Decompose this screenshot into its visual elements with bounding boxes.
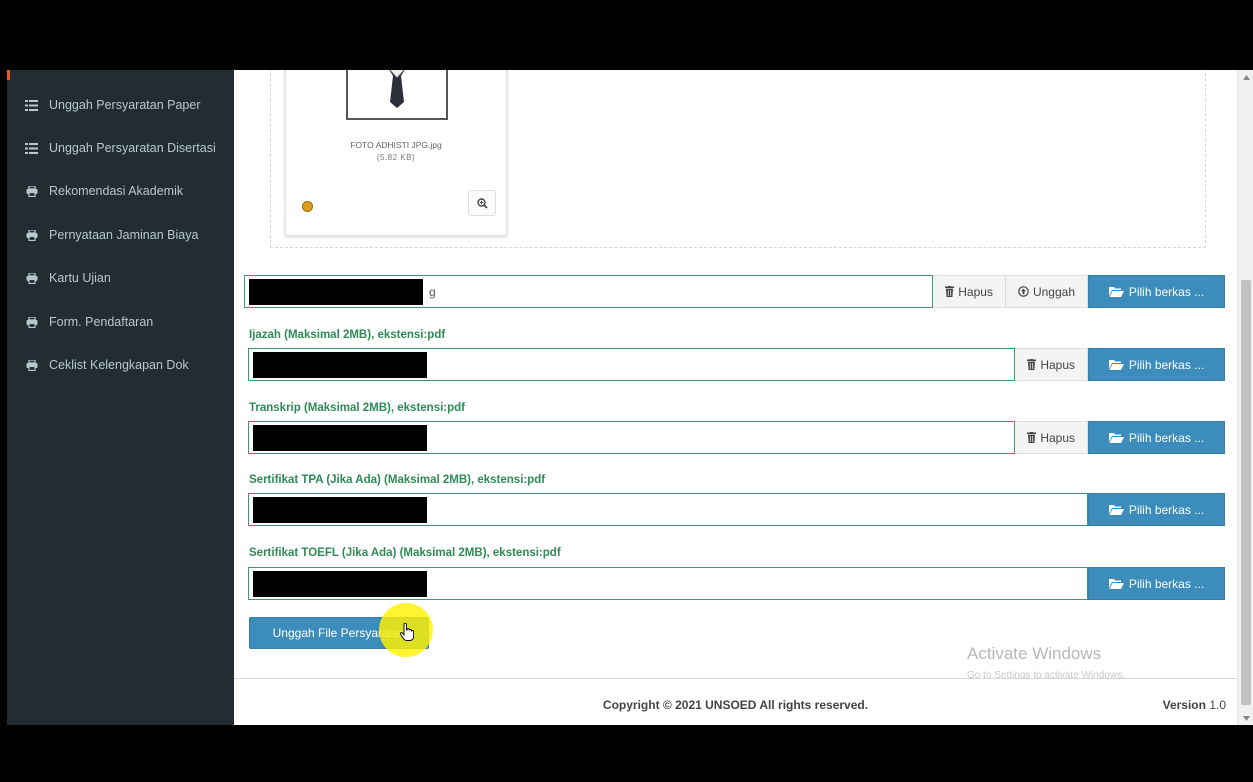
pilih-berkas-button[interactable]: Pilih berkas ...: [1088, 421, 1225, 454]
pilih-berkas-button[interactable]: Pilih berkas ...: [1088, 275, 1225, 308]
transkrip-file-input[interactable]: [248, 421, 1016, 454]
sertifikat-toefl-label: Sertifikat TOEFL (Jika Ada) (Maksimal 2M…: [249, 547, 561, 559]
upload-circle-icon: [1018, 286, 1029, 297]
file-name: FOTO ADHISTI JPG.jpg: [350, 140, 442, 150]
redacted-filename: [253, 425, 427, 451]
trash-icon: [945, 286, 955, 297]
pilih-berkas-label: Pilih berkas ...: [1128, 576, 1205, 591]
hapus-button-label: Hapus: [1040, 357, 1075, 372]
sidebar-item-label: Form. Pendaftaran: [49, 315, 154, 329]
drag-handle-icon[interactable]: [302, 201, 313, 212]
zoom-in-icon: [476, 197, 488, 209]
pilih-berkas-label: Pilih berkas ...: [1128, 430, 1205, 445]
sidebar-item-label: Ceklist Kelengkapan Dok: [49, 358, 189, 372]
sidebar-item-unggah-persyaratan-disertasi[interactable]: Unggah Persyaratan Disertasi: [7, 128, 234, 168]
folder-open-icon: [1108, 504, 1124, 515]
hand-cursor-icon: [400, 623, 414, 641]
print-icon: [24, 316, 39, 328]
folder-open-icon: [1108, 432, 1124, 443]
sidebar: Unggah Persyaratan Paper Unggah Persyara…: [7, 70, 234, 725]
pilih-berkas-label: Pilih berkas ...: [1128, 357, 1205, 372]
hapus-button[interactable]: Hapus: [1015, 421, 1088, 454]
sidebar-item-label: Pernyataan Jaminan Biaya: [49, 228, 199, 242]
sidebar-item-form-pendaftaran[interactable]: Form. Pendaftaran: [7, 302, 234, 342]
trash-icon: [1027, 359, 1037, 370]
photo-file-name-suffix: g: [429, 285, 436, 299]
ijazah-file-row: Hapus Pilih berkas ...: [248, 348, 1225, 381]
version-label: Version: [1162, 698, 1206, 712]
vertical-scrollbar[interactable]: [1237, 70, 1253, 725]
sidebar-item-label: Kartu Ujian: [49, 271, 111, 285]
sidebar-item-rekomendasi-akademik[interactable]: Rekomendasi Akademik: [7, 171, 234, 211]
file-thumbnail: [346, 70, 448, 120]
sertifikat-toefl-file-input[interactable]: [248, 567, 1088, 600]
transkrip-label: Transkrip (Maksimal 2MB), ekstensi:pdf: [249, 402, 466, 414]
pilih-berkas-button[interactable]: Pilih berkas ...: [1088, 493, 1225, 526]
file-size: (5.82 KB): [376, 153, 416, 162]
photo-file-row: g Hapus Unggah Pilih berkas ...: [244, 275, 1225, 308]
trash-icon: [1027, 432, 1037, 443]
activate-windows-title: Activate Windows: [967, 644, 1102, 663]
upload-form: FOTO ADHISTI JPG.jpg (5.82 KB) g Hapus U…: [234, 70, 1237, 681]
redacted-filename: [253, 352, 427, 378]
folder-open-icon: [1108, 359, 1124, 370]
file-preview-zone: FOTO ADHISTI JPG.jpg (5.82 KB): [270, 70, 1206, 248]
sidebar-item-ceklist-kelengkapan-dok[interactable]: Ceklist Kelengkapan Dok: [7, 345, 234, 385]
sidebar-item-kartu-ujian[interactable]: Kartu Ujian: [7, 258, 234, 298]
ijazah-file-input[interactable]: [248, 348, 1016, 381]
sertifikat-tpa-file-input[interactable]: [248, 493, 1088, 526]
transkrip-file-row: Hapus Pilih berkas ...: [248, 421, 1225, 454]
sidebar-item-unggah-persyaratan-paper[interactable]: Unggah Persyaratan Paper: [7, 85, 234, 125]
redacted-filename: [253, 571, 427, 597]
main-content: FOTO ADHISTI JPG.jpg (5.82 KB) g Hapus U…: [234, 70, 1237, 725]
redacted-filename: [253, 497, 427, 523]
hapus-button[interactable]: Hapus: [933, 275, 1006, 308]
file-preview-card: FOTO ADHISTI JPG.jpg (5.82 KB): [285, 70, 507, 236]
folder-open-icon: [1108, 578, 1124, 589]
print-icon: [24, 272, 39, 284]
hapus-button-label: Hapus: [958, 284, 993, 299]
scrollbar-thumb[interactable]: [1241, 280, 1251, 705]
pilih-berkas-button[interactable]: Pilih berkas ...: [1088, 567, 1225, 600]
version-value: 1.0: [1209, 698, 1226, 712]
copyright-text: Copyright © 2021 UNSOED All rights reser…: [602, 698, 869, 712]
unggah-button[interactable]: Unggah: [1005, 275, 1088, 308]
folder-open-icon: [1108, 286, 1124, 297]
print-icon: [24, 185, 39, 197]
photo-file-input[interactable]: g: [244, 275, 934, 308]
zoom-button[interactable]: [468, 190, 496, 216]
print-icon: [24, 229, 39, 241]
scroll-down-arrow-icon[interactable]: [1238, 711, 1253, 725]
redacted-filename: [249, 279, 423, 305]
sidebar-item-label: Unggah Persyaratan Paper: [49, 98, 201, 112]
unggah-button-label: Unggah: [1032, 284, 1075, 299]
hapus-button-label: Hapus: [1040, 430, 1075, 445]
print-icon: [24, 359, 39, 371]
sertifikat-tpa-label: Sertifikat TPA (Jika Ada) (Maksimal 2MB)…: [249, 474, 546, 486]
ijazah-label: Ijazah (Maksimal 2MB), ekstensi:pdf: [249, 329, 446, 341]
sidebar-item-label: Rekomendasi Akademik: [49, 184, 184, 198]
version-info: Version 1.0: [1163, 698, 1226, 712]
app-window: Unggah Persyaratan Paper Unggah Persyara…: [7, 70, 1253, 725]
sidebar-active-accent: [7, 70, 10, 80]
sidebar-item-pernyataan-jaminan-biaya[interactable]: Pernyataan Jaminan Biaya: [7, 215, 234, 255]
sertifikat-tpa-file-row: Pilih berkas ...: [248, 493, 1225, 526]
hapus-button[interactable]: Hapus: [1015, 348, 1088, 381]
pilih-berkas-label: Pilih berkas ...: [1128, 284, 1205, 299]
list-icon: [24, 142, 39, 154]
sertifikat-toefl-file-row: Pilih berkas ...: [248, 567, 1225, 600]
pilih-berkas-label: Pilih berkas ...: [1128, 502, 1205, 517]
list-icon: [24, 99, 39, 111]
pilih-berkas-button[interactable]: Pilih berkas ...: [1088, 348, 1225, 381]
footer: Copyright © 2021 UNSOED All rights reser…: [234, 678, 1237, 725]
sidebar-item-label: Unggah Persyaratan Disertasi: [49, 141, 216, 155]
scroll-up-arrow-icon[interactable]: [1238, 70, 1253, 84]
